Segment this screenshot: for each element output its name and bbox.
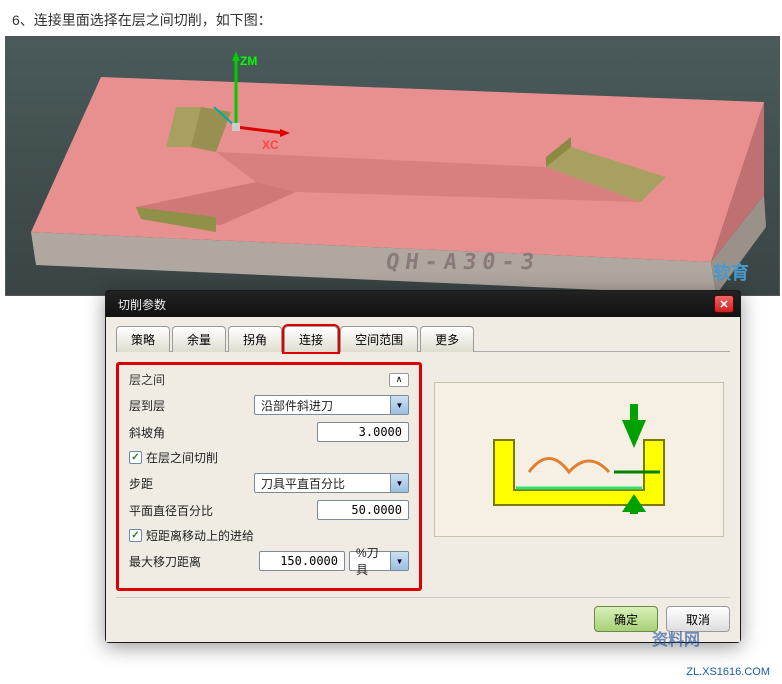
between-levels-fieldset: 层之间 ∧ 层到层 沿部件斜进刀 ▼ 斜坡角: [116, 362, 422, 591]
layer-to-layer-value: 沿部件斜进刀: [261, 397, 333, 414]
fieldset-title: 层之间: [129, 371, 165, 388]
dialog-titlebar[interactable]: 切削参数 ✕: [106, 291, 740, 317]
cut-between-checkbox[interactable]: ✓: [129, 451, 142, 464]
tab-corner[interactable]: 拐角: [228, 326, 282, 352]
max-feed-distance-label: 最大移刀距离: [129, 553, 259, 570]
tab-strategy[interactable]: 策略: [116, 326, 170, 352]
layer-to-layer-select[interactable]: 沿部件斜进刀 ▼: [254, 395, 409, 415]
chevron-down-icon: ▼: [390, 474, 408, 492]
tab-more[interactable]: 更多: [420, 326, 474, 352]
short-feed-label: 短距离移动上的进给: [146, 527, 254, 544]
axis-gizmo: ZM XC: [206, 47, 296, 172]
chevron-down-icon: ▼: [390, 396, 408, 414]
cutting-params-dialog: 切削参数 ✕ 策略 余量 拐角 连接 空间范围 更多 层之间 ∧ 层到层: [105, 290, 741, 643]
ramp-angle-label: 斜坡角: [129, 424, 317, 441]
watermark-url: ZL.XS1616.COM: [686, 666, 770, 678]
max-feed-distance-unit-value: %刀具: [356, 544, 390, 578]
tab-spatial[interactable]: 空间范围: [340, 326, 418, 352]
short-feed-checkbox[interactable]: ✓: [129, 529, 142, 542]
ramp-angle-input[interactable]: [317, 422, 409, 442]
tab-bar: 策略 余量 拐角 连接 空间范围 更多: [116, 325, 730, 352]
max-feed-distance-unit-select[interactable]: %刀具 ▼: [349, 551, 409, 571]
3d-viewport[interactable]: ZM XC QH-A30-3 软育: [5, 36, 780, 296]
stepover-value: 刀具平直百分比: [261, 475, 345, 492]
chevron-up-icon: ∧: [396, 374, 403, 385]
check-icon: ✓: [131, 530, 139, 541]
chevron-down-icon: ▼: [390, 552, 408, 570]
close-button[interactable]: ✕: [714, 295, 734, 313]
layer-to-layer-label: 层到层: [129, 397, 254, 414]
preview-illustration: [434, 382, 724, 537]
stepover-label: 步距: [129, 475, 254, 492]
illustration-svg: [464, 400, 694, 520]
stepover-select[interactable]: 刀具平直百分比 ▼: [254, 473, 409, 493]
tab-connection[interactable]: 连接: [284, 326, 338, 352]
check-icon: ✓: [131, 452, 139, 463]
tab-stock[interactable]: 余量: [172, 326, 226, 352]
model-engraving-text: QH-A30-3: [384, 250, 541, 275]
collapse-button[interactable]: ∧: [389, 373, 409, 387]
watermark-badge: 资料网: [628, 618, 724, 664]
dialog-body: 策略 余量 拐角 连接 空间范围 更多 层之间 ∧ 层到层 沿部件斜进刀: [106, 317, 740, 642]
flat-diameter-pct-label: 平面直径百分比: [129, 502, 317, 519]
axis-x-label: XC: [262, 138, 279, 152]
axis-z-label: ZM: [240, 54, 257, 68]
flat-diameter-pct-input[interactable]: [317, 500, 409, 520]
instruction-text: 6、连接里面选择在层之间切削，如下图：: [0, 0, 782, 36]
cut-between-label: 在层之间切削: [146, 449, 218, 466]
max-feed-distance-input[interactable]: [259, 551, 345, 571]
viewport-watermark: 软育: [713, 259, 749, 285]
dialog-title: 切削参数: [112, 296, 166, 313]
close-icon: ✕: [719, 298, 728, 311]
